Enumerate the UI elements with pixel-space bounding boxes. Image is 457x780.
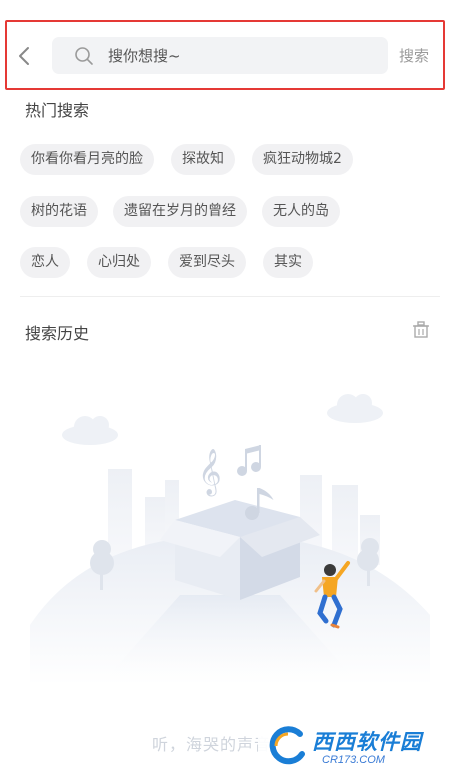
search-icon [75, 47, 93, 65]
watermark-url: CR173.COM [322, 754, 385, 766]
search-input[interactable] [108, 37, 368, 74]
hot-tags-row-3: 恋人 心归处 爱到尽头 其实 [20, 247, 313, 278]
hot-tag[interactable]: 遗留在岁月的曾经 [113, 196, 247, 227]
section-divider [20, 296, 440, 297]
hot-tag[interactable]: 疯狂动物城2 [252, 144, 353, 175]
back-arrow-icon[interactable] [14, 44, 36, 68]
search-history-title: 搜索历史 [25, 324, 90, 343]
search-button[interactable]: 搜索 [399, 45, 429, 66]
svg-text:𝄞: 𝄞 [198, 449, 222, 497]
search-bar[interactable] [52, 37, 388, 74]
hot-tag[interactable]: 恋人 [20, 247, 70, 278]
history-empty-text: 听，海哭的声音 [152, 735, 272, 754]
hot-tag[interactable]: 爱到尽头 [168, 247, 246, 278]
hot-tag[interactable]: 无人的岛 [262, 196, 340, 227]
hot-tag[interactable]: 心归处 [87, 247, 151, 278]
hot-search-title: 热门搜索 [25, 101, 90, 120]
hot-tags-row-1: 你看你看月亮的脸 探故知 疯狂动物城2 [20, 144, 353, 175]
trash-icon[interactable] [411, 320, 431, 340]
cloud-shape [62, 416, 118, 445]
cloud-shape [327, 394, 383, 423]
hot-tag[interactable]: 其实 [263, 247, 313, 278]
empty-state-illustration: 𝄞 [30, 394, 430, 685]
hot-tag[interactable]: 你看你看月亮的脸 [20, 144, 154, 175]
watermark-text: 西西软件园 [312, 730, 422, 754]
hot-tags-row-2: 树的花语 遗留在岁月的曾经 无人的岛 [20, 196, 340, 227]
watermark: 西西软件园 CR173.COM [258, 718, 450, 774]
hot-tag[interactable]: 树的花语 [20, 196, 98, 227]
watermark-logo-icon [269, 726, 305, 765]
hot-tag[interactable]: 探故知 [171, 144, 235, 175]
